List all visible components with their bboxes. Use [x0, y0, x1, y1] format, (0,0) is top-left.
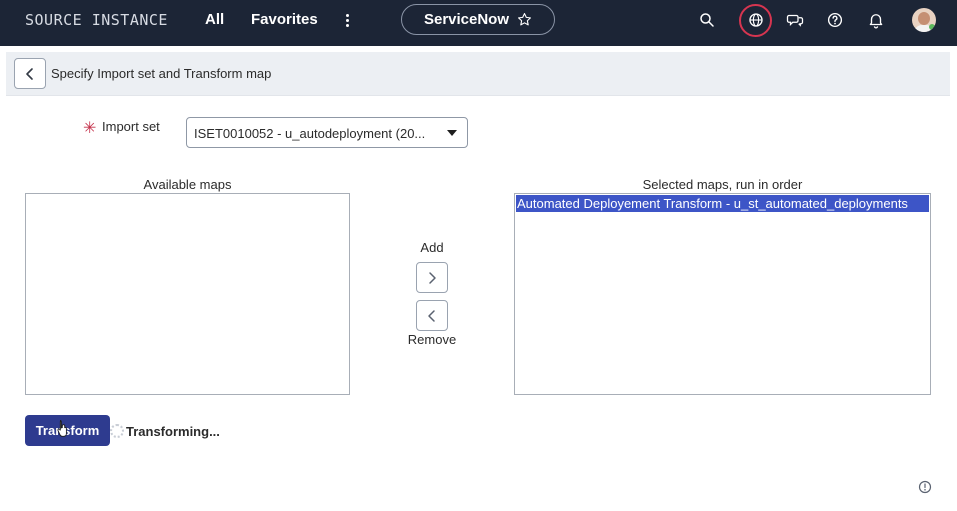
nav-all-menu[interactable]: All: [205, 11, 224, 28]
chevron-right-icon: [429, 271, 436, 284]
transform-status: Transforming...: [126, 424, 220, 439]
chat-icon[interactable]: [786, 11, 804, 29]
globe-icon[interactable]: [747, 11, 765, 29]
import-set-select[interactable]: ISET0010052 - u_autodeployment (20...: [186, 117, 468, 148]
remove-label: Remove: [407, 332, 457, 347]
user-avatar[interactable]: [912, 8, 936, 32]
search-icon[interactable]: [698, 11, 716, 29]
form-title: Specify Import set and Transform map: [51, 66, 272, 81]
caret-down-icon: [447, 130, 457, 136]
available-maps-label: Available maps: [143, 177, 232, 192]
add-label: Add: [420, 240, 444, 255]
remove-button[interactable]: [416, 300, 448, 331]
presence-dot: [929, 24, 935, 30]
back-button[interactable]: [14, 58, 46, 89]
required-marker: ✳: [83, 120, 97, 137]
instance-name[interactable]: SOURCE INSTANCE: [25, 11, 168, 29]
import-set-label: Import set: [102, 119, 160, 134]
selected-maps-list[interactable]: Automated Deployement Transform - u_st_a…: [514, 193, 931, 395]
bell-icon[interactable]: [867, 11, 885, 29]
list-item[interactable]: Automated Deployement Transform - u_st_a…: [516, 195, 929, 212]
star-icon[interactable]: [517, 12, 532, 27]
hand-cursor-icon: [57, 420, 67, 437]
info-icon[interactable]: [918, 480, 932, 494]
chevron-left-icon: [26, 67, 33, 80]
context-label: ServiceNow: [423, 11, 510, 28]
more-vertical-icon[interactable]: [341, 10, 353, 30]
available-maps-list[interactable]: [25, 193, 350, 395]
import-set-value: ISET0010052 - u_autodeployment (20...: [194, 126, 426, 141]
nav-favorites-menu[interactable]: Favorites: [251, 11, 318, 28]
chevron-left-icon: [428, 309, 435, 322]
selected-maps-label: Selected maps, run in order: [642, 177, 803, 192]
help-icon[interactable]: [826, 11, 844, 29]
context-pill[interactable]: ServiceNow: [401, 4, 555, 35]
add-button[interactable]: [416, 262, 448, 293]
loading-spinner-icon: [110, 424, 124, 438]
top-navigation-bar: SOURCE INSTANCE All Favorites ServiceNow: [0, 0, 957, 46]
